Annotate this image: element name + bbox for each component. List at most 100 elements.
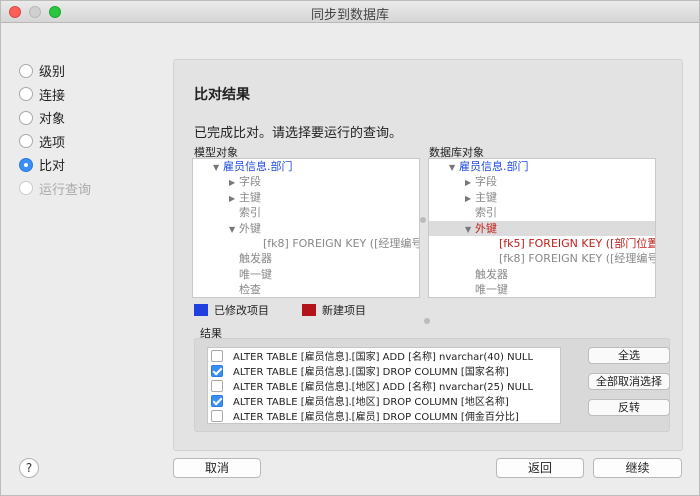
- tree-node[interactable]: ▼ 雇员信息.部门: [193, 159, 419, 174]
- tree-node-label: 雇员信息.部门: [459, 160, 529, 173]
- query-row[interactable]: ALTER TABLE [雇员信息].[地区] DROP COLUMN [地区名…: [208, 393, 560, 408]
- step-objects[interactable]: 对象: [19, 106, 91, 130]
- step-radio[interactable]: [19, 63, 33, 78]
- query-sql-text: ALTER TABLE [雇员信息].[雇员] DROP COLUMN [佣金百…: [233, 412, 519, 423]
- page-title: 比对结果: [194, 87, 250, 103]
- tree-node[interactable]: ▼ 雇员信息.部门: [429, 159, 655, 174]
- tree-node-label: 雇员信息.部门: [223, 160, 293, 173]
- tree-node[interactable]: 索引: [193, 205, 419, 220]
- step-radio: [19, 181, 33, 196]
- legend-modified: 已修改项目: [194, 302, 269, 318]
- step-label: 运行查询: [39, 182, 92, 198]
- deselect-all-button[interactable]: 全部取消选择: [588, 373, 670, 390]
- disclosure-collapsed-icon[interactable]: ▶: [229, 191, 239, 206]
- query-checkbox[interactable]: [211, 394, 223, 407]
- query-sql-text: ALTER TABLE [雇员信息].[地区] DROP COLUMN [地区名…: [233, 397, 509, 408]
- query-checkbox[interactable]: [211, 349, 223, 362]
- tree-node-label: 触发器: [475, 267, 508, 281]
- step-radio[interactable]: [19, 134, 33, 149]
- tree-node-label: 索引: [475, 206, 497, 220]
- tree-node-label: 主键: [239, 190, 261, 204]
- tree-node[interactable]: ▼ 外键: [429, 220, 655, 237]
- query-sql-text: ALTER TABLE [雇员信息].[国家] DROP COLUMN [国家名…: [233, 367, 509, 378]
- model-objects-tree[interactable]: ▼ 雇员信息.部门 ▶ 字段 ▶ 主键 索引 ▼ 外键 [fk8] FOREIGN KEY ([经…: [192, 158, 420, 298]
- tree-node-label: 主键: [475, 190, 497, 204]
- tree-node[interactable]: 检查: [193, 282, 419, 297]
- tree-node-label: 唯一键: [475, 283, 508, 297]
- query-checkbox[interactable]: [211, 364, 223, 377]
- tree-node[interactable]: 触发器: [429, 267, 655, 282]
- results-box: ALTER TABLE [雇员信息].[国家] ADD [名称] nvarcha…: [194, 338, 670, 432]
- tree-node[interactable]: 索引: [429, 205, 655, 220]
- select-all-button[interactable]: 全选: [588, 347, 670, 364]
- step-label: 选项: [39, 135, 66, 151]
- back-button[interactable]: 返回: [496, 458, 584, 478]
- tree-node-label: 检查: [239, 283, 261, 297]
- help-button[interactable]: ?: [19, 458, 39, 478]
- tree-node-label: [fk8] FOREIGN KEY ([经理编号]) REFERENCES: [499, 252, 655, 266]
- invert-selection-button[interactable]: 反转: [588, 399, 670, 416]
- tree-node[interactable]: ▶ 主键: [429, 190, 655, 205]
- database-objects-tree[interactable]: ▼ 雇员信息.部门 ▶ 字段 ▶ 主键 索引 ▼ 外键 [fk5] FOREIGN KEY ([部…: [428, 158, 656, 298]
- tree-node-label: [fk8] FOREIGN KEY ([经理编号]) REFERENCES: [263, 236, 419, 250]
- disclosure-collapsed-icon[interactable]: ▶: [229, 175, 239, 190]
- tree-node[interactable]: 触发器: [193, 251, 419, 266]
- tree-node-label: [fk5] FOREIGN KEY ([部门位置编号]) REFERENCES: [499, 236, 655, 250]
- splitter-handle[interactable]: [420, 217, 426, 223]
- query-list[interactable]: ALTER TABLE [雇员信息].[国家] ADD [名称] nvarcha…: [207, 347, 561, 424]
- tree-node[interactable]: ▶ 字段: [429, 174, 655, 189]
- step-label: 对象: [39, 112, 66, 128]
- step-radio[interactable]: [19, 87, 33, 102]
- query-checkbox[interactable]: [211, 409, 223, 422]
- tree-node-label: 字段: [239, 175, 261, 189]
- tree-node[interactable]: ▼ 外键: [193, 221, 419, 236]
- query-row[interactable]: ALTER TABLE [雇员信息].[国家] DROP COLUMN [国家名…: [208, 363, 560, 378]
- tree-node[interactable]: ▶ 主键: [193, 190, 419, 205]
- step-label: 比对: [39, 159, 66, 175]
- step-compare[interactable]: 比对: [19, 153, 91, 177]
- step-label: 连接: [39, 88, 66, 104]
- wizard-steps: 级别 连接 对象 选项 比对 运行查询: [19, 59, 91, 200]
- disclosure-collapsed-icon[interactable]: ▶: [465, 175, 475, 190]
- cancel-button[interactable]: 取消: [173, 458, 261, 478]
- step-run-query: 运行查询: [19, 177, 91, 201]
- step-radio-selected[interactable]: [19, 157, 33, 172]
- sync-to-database-window: 同步到数据库 级别 连接 对象 选项 比对 运行查询 比对结果 已完成比对。请选…: [0, 0, 700, 496]
- tree-node[interactable]: [fk8] FOREIGN KEY ([经理编号]) REFERENCES: [193, 236, 419, 251]
- legend-label: 已修改项目: [214, 304, 269, 317]
- tree-node-label: 唯一键: [239, 267, 272, 281]
- step-radio[interactable]: [19, 110, 33, 125]
- step-level[interactable]: 级别: [19, 59, 91, 83]
- tree-node-label: 字段: [475, 175, 497, 189]
- step-connection[interactable]: 连接: [19, 83, 91, 107]
- disclosure-expanded-icon[interactable]: ▼: [465, 222, 475, 237]
- query-row[interactable]: ALTER TABLE [雇员信息].[地区] ADD [名称] nvarcha…: [208, 378, 560, 393]
- tree-node[interactable]: ▶ 字段: [193, 174, 419, 189]
- new-color-swatch: [302, 304, 316, 316]
- tree-node[interactable]: [fk8] FOREIGN KEY ([经理编号]) REFERENCES: [429, 251, 655, 266]
- continue-button[interactable]: 继续: [593, 458, 682, 478]
- step-label: 级别: [39, 65, 66, 81]
- window-title: 同步到数据库: [310, 8, 389, 23]
- query-sql-text: ALTER TABLE [雇员信息].[国家] ADD [名称] nvarcha…: [233, 352, 534, 363]
- splitter-handle[interactable]: [424, 318, 430, 324]
- tree-node[interactable]: 唯一键: [193, 267, 419, 282]
- title-bar: 同步到数据库: [1, 1, 699, 23]
- tree-node[interactable]: 唯一键: [429, 282, 655, 297]
- disclosure-expanded-icon[interactable]: ▼: [229, 222, 239, 237]
- tree-node[interactable]: [fk5] FOREIGN KEY ([部门位置编号]) REFERENCES: [429, 236, 655, 251]
- tree-node-label: 索引: [239, 206, 261, 220]
- step-options[interactable]: 选项: [19, 130, 91, 154]
- page-description: 已完成比对。请选择要运行的查询。: [194, 126, 403, 141]
- disclosure-expanded-icon[interactable]: ▼: [449, 160, 459, 175]
- tree-node-label: 外键: [475, 221, 497, 235]
- disclosure-collapsed-icon[interactable]: ▶: [465, 191, 475, 206]
- query-checkbox[interactable]: [211, 379, 223, 392]
- legend-new: 新建项目: [302, 302, 366, 318]
- tree-node-label: 触发器: [239, 252, 272, 266]
- query-sql-text: ALTER TABLE [雇员信息].[地区] ADD [名称] nvarcha…: [233, 382, 534, 393]
- query-row[interactable]: ALTER TABLE [雇员信息].[雇员] DROP COLUMN [佣金百…: [208, 408, 560, 423]
- query-row[interactable]: ALTER TABLE [雇员信息].[国家] ADD [名称] nvarcha…: [208, 348, 560, 363]
- legend-label: 新建项目: [322, 304, 366, 317]
- disclosure-expanded-icon[interactable]: ▼: [213, 160, 223, 175]
